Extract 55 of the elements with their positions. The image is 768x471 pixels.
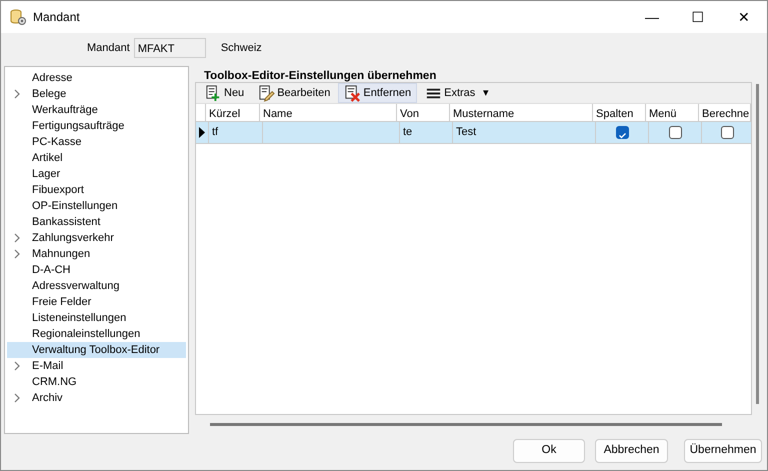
tree-item[interactable]: Adressverwaltung — [7, 278, 186, 294]
tree-item[interactable]: Verwaltung Toolbox-Editor — [7, 342, 186, 358]
ok-button[interactable]: Ok — [513, 439, 585, 463]
chevron-icon[interactable] — [14, 249, 21, 259]
new-icon — [205, 84, 222, 102]
maximize-button[interactable]: ☐ — [675, 6, 721, 28]
group-title: Toolbox-Editor-Einstellungen übernehmen — [203, 69, 438, 82]
tree-item[interactable]: Belege — [7, 86, 186, 102]
mandant-field[interactable]: MFAKT — [134, 38, 206, 58]
mandant-name: Schweiz — [220, 40, 262, 56]
minimize-button[interactable]: — — [629, 6, 675, 28]
app-icon — [9, 8, 27, 26]
tree-item[interactable]: PC-Kasse — [7, 134, 186, 150]
toolbar-button[interactable]: Entfernen — [338, 83, 418, 103]
tree-item[interactable]: Mahnungen — [7, 246, 186, 262]
edit-icon — [258, 84, 276, 102]
tree-item[interactable]: Adresse — [7, 70, 186, 86]
tree-item[interactable]: CRM.NG — [7, 374, 186, 390]
tree-item[interactable]: Lager — [7, 166, 186, 182]
apply-button[interactable]: Übernehmen — [684, 439, 762, 463]
checkbox[interactable] — [616, 126, 628, 139]
tree-item[interactable]: Fertigungsaufträge — [7, 118, 186, 134]
tree-item[interactable]: OP-Einstellungen — [7, 198, 186, 214]
tree-item[interactable]: Archiv — [7, 390, 186, 406]
tree-item[interactable]: Zahlungsverkehr — [7, 230, 186, 246]
delete-icon — [344, 84, 362, 102]
chevron-icon[interactable] — [14, 361, 21, 371]
checkbox[interactable] — [668, 126, 682, 139]
tree-item[interactable]: Regionaleinstellungen — [7, 326, 186, 342]
vertical-scrollbar[interactable] — [756, 84, 759, 404]
chevron-icon[interactable] — [14, 89, 21, 99]
tree-item[interactable]: Freie Felder — [7, 294, 186, 310]
tree-item[interactable]: D-A-CH — [7, 262, 186, 278]
cancel-button[interactable]: Abbrechen — [595, 439, 668, 463]
table-cell: tf — [209, 122, 263, 144]
tree-item[interactable]: Werkaufträge — [7, 102, 186, 118]
tree-item[interactable]: Listeneinstellungen — [7, 310, 186, 326]
table-cell: Test — [453, 122, 596, 144]
table-row[interactable]: tf te Test — [196, 122, 751, 144]
toolbar-button[interactable]: Bearbeiten — [252, 83, 336, 103]
toolbar-button[interactable]: Extras ▾ — [419, 83, 495, 103]
table-cell: te — [400, 122, 453, 144]
checkbox[interactable] — [721, 126, 734, 139]
tree-item[interactable]: Artikel — [7, 150, 186, 166]
chevron-icon[interactable] — [14, 393, 21, 403]
toolbar-button[interactable]: Neu — [199, 83, 250, 103]
caret-icon: ▾ — [482, 84, 489, 102]
horizontal-scrollbar[interactable] — [210, 423, 722, 426]
tree-item[interactable]: Fibuexport — [7, 182, 186, 198]
chevron-icon[interactable] — [14, 233, 21, 243]
mandant-label: Mandant — [87, 40, 130, 56]
close-button[interactable]: ✕ — [721, 6, 767, 28]
tree-item[interactable]: E-Mail — [7, 358, 186, 374]
window-title: Mandant — [33, 9, 81, 26]
tree-item[interactable]: Bankassistent — [7, 214, 186, 230]
